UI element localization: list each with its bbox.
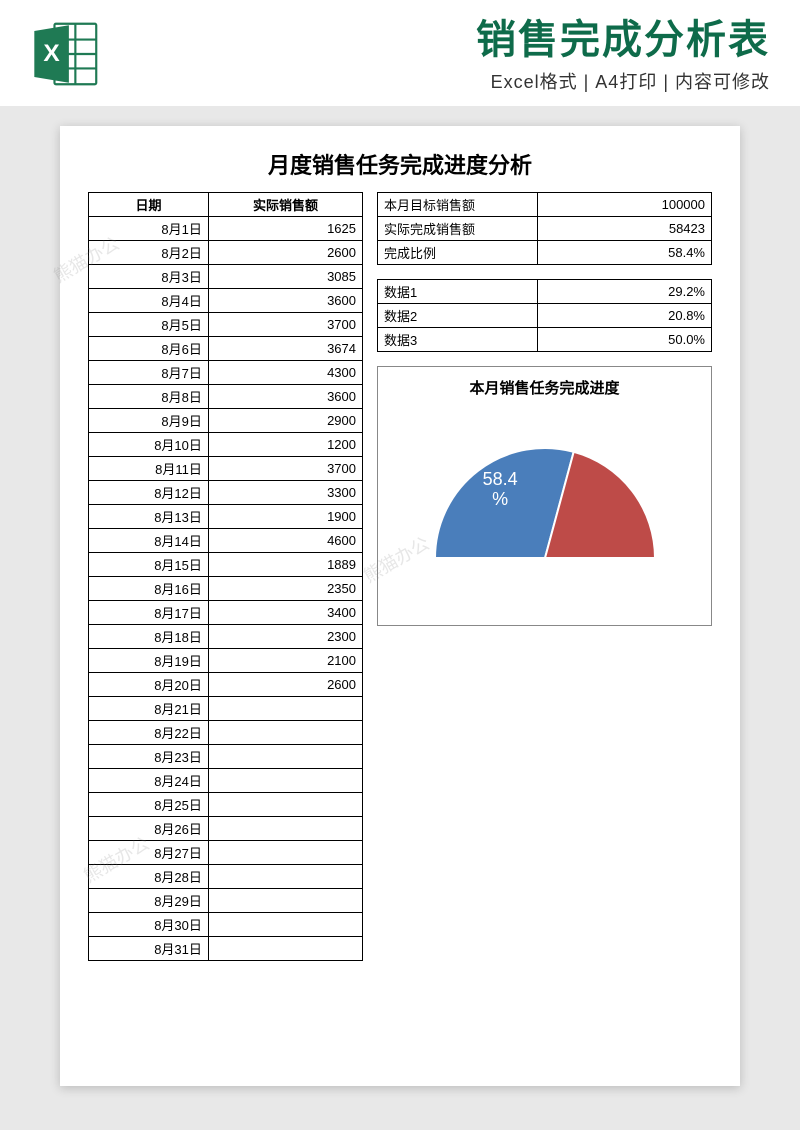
table-row: 8月8日3600 (89, 385, 363, 409)
table-row: 8月18日2300 (89, 625, 363, 649)
table-row: 8月22日 (89, 721, 363, 745)
table-row: 8月16日2350 (89, 577, 363, 601)
table-row: 8月25日 (89, 793, 363, 817)
table-row: 8月15日1889 (89, 553, 363, 577)
document-page: 熊猫办公 熊猫办公 熊猫办公 月度销售任务完成进度分析 日期 实际销售额 8月1… (60, 126, 740, 1086)
table-row: 8月27日 (89, 841, 363, 865)
summary-row: 完成比例58.4% (378, 241, 712, 265)
data-table: 数据129.2%数据220.8%数据350.0% (377, 279, 712, 352)
table-row: 8月5日3700 (89, 313, 363, 337)
data-row: 数据129.2% (378, 280, 712, 304)
summary-row: 实际完成销售额58423 (378, 217, 712, 241)
summary-row: 本月目标销售额100000 (378, 193, 712, 217)
table-row: 8月26日 (89, 817, 363, 841)
table-row: 8月29日 (89, 889, 363, 913)
summary-table: 本月目标销售额100000实际完成销售额58423完成比例58.4% (377, 192, 712, 265)
col-header-date: 日期 (89, 193, 209, 217)
table-row: 8月12日3300 (89, 481, 363, 505)
table-row: 8月11日3700 (89, 457, 363, 481)
table-row: 8月1日1625 (89, 217, 363, 241)
table-row: 8月19日2100 (89, 649, 363, 673)
table-row: 8月6日3674 (89, 337, 363, 361)
table-row: 8月4日3600 (89, 289, 363, 313)
gauge-svg (415, 428, 675, 568)
table-row: 8月21日 (89, 697, 363, 721)
table-row: 8月3日3085 (89, 265, 363, 289)
table-row: 8月17日3400 (89, 601, 363, 625)
data-row: 数据350.0% (378, 328, 712, 352)
svg-text:X: X (43, 40, 60, 67)
data-row: 数据220.8% (378, 304, 712, 328)
table-row: 8月2日2600 (89, 241, 363, 265)
table-row: 8月13日1900 (89, 505, 363, 529)
gauge-percent-label: 58.4% (483, 470, 518, 510)
header-title: 销售完成分析表 (120, 18, 770, 62)
table-row: 8月10日1200 (89, 433, 363, 457)
table-row: 8月28日 (89, 865, 363, 889)
excel-icon: X (30, 18, 102, 90)
gauge-chart: 本月销售任务完成进度 58.4% (377, 366, 712, 626)
table-row: 8月14日4600 (89, 529, 363, 553)
table-row: 8月20日2600 (89, 673, 363, 697)
template-header: X 销售完成分析表 Excel格式 | A4打印 | 内容可修改 (0, 0, 800, 106)
table-row: 8月31日 (89, 937, 363, 961)
table-row: 8月9日2900 (89, 409, 363, 433)
table-row: 8月24日 (89, 769, 363, 793)
table-row: 8月7日4300 (89, 361, 363, 385)
header-subtitle: Excel格式 | A4打印 | 内容可修改 (120, 68, 770, 94)
table-row: 8月23日 (89, 745, 363, 769)
document-title: 月度销售任务完成进度分析 (88, 148, 712, 180)
chart-title: 本月销售任务完成进度 (386, 377, 703, 398)
daily-sales-table: 日期 实际销售额 8月1日16258月2日26008月3日30858月4日360… (88, 192, 363, 961)
col-header-amount: 实际销售额 (208, 193, 362, 217)
table-row: 8月30日 (89, 913, 363, 937)
